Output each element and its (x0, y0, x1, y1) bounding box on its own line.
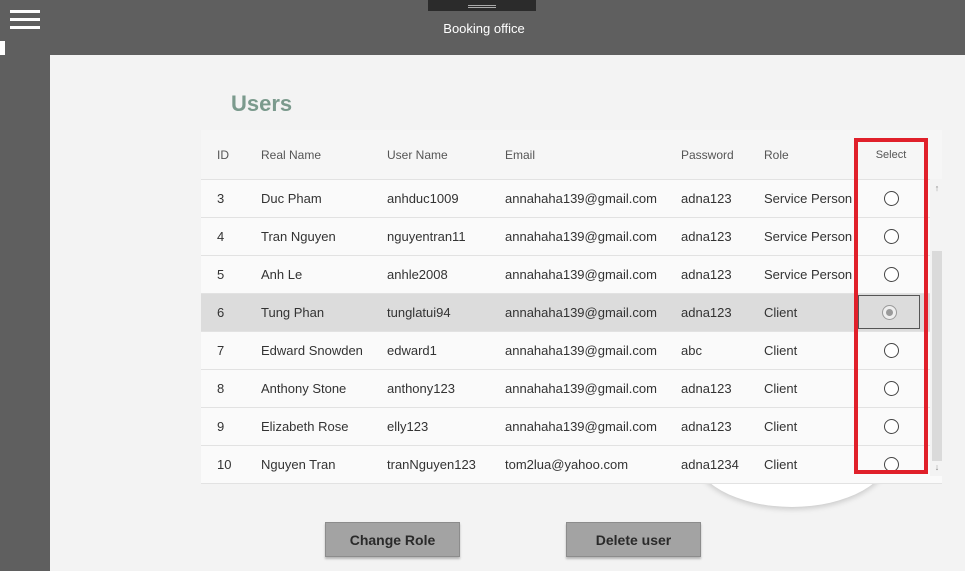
app-window: Booking office Users ID Real Name User N… (0, 0, 965, 571)
cell-user-name: anhle2008 (387, 267, 448, 282)
cell-id: 5 (217, 267, 225, 282)
cell-role: Client (764, 457, 798, 472)
table-body: 3 Duc Pham anhduc1009 annahaha139@gmail.com… (201, 180, 942, 484)
cell-email: annahaha139@gmail.com (505, 191, 657, 206)
users-table: ID Real Name User Name Email Password Ro… (201, 130, 942, 484)
cell-id: 8 (217, 381, 225, 396)
page-title: Users (231, 91, 293, 116)
scroll-up-icon[interactable]: ↑ (930, 181, 944, 195)
cell-email: annahaha139@gmail.com (505, 267, 657, 282)
cell-password: adna123 (681, 191, 732, 206)
cell-email: annahaha139@gmail.com (505, 381, 657, 396)
hamburger-menu-icon[interactable] (10, 10, 40, 30)
table-row[interactable]: 5 Anh Le anhle2008 annahaha139@gmail.com adn… (201, 256, 942, 294)
delete-user-button[interactable]: Delete user (566, 522, 701, 557)
table-row[interactable]: 9 Elizabeth Rose elly123 annahaha139@gmail.… (201, 408, 942, 446)
select-cell[interactable] (857, 332, 925, 369)
column-header-password[interactable]: Password (681, 130, 734, 179)
column-header-id[interactable]: ID (217, 130, 229, 179)
cell-role: Client (764, 305, 798, 320)
cell-role: Client (764, 343, 798, 358)
cell-real-name: Tran Nguyen (261, 229, 336, 244)
column-header-select[interactable]: Select (857, 130, 925, 179)
table-row[interactable]: 4 Tran Nguyen nguyentran11 annahaha139@gmai… (201, 218, 942, 256)
cell-user-name: edward1 (387, 343, 437, 358)
cell-role: Service Person (764, 267, 853, 282)
radio-button-icon[interactable] (883, 381, 899, 396)
cell-user-name: tunglatui94 (387, 305, 451, 320)
cell-email: annahaha139@gmail.com (505, 419, 657, 434)
cell-id: 7 (217, 343, 225, 358)
cell-id: 3 (217, 191, 225, 206)
cell-real-name: Anthony Stone (261, 381, 347, 396)
select-cell[interactable] (857, 180, 925, 217)
radio-button-icon[interactable] (881, 304, 897, 320)
cell-password: adna1234 (681, 457, 739, 472)
cell-email: annahaha139@gmail.com (505, 229, 657, 244)
select-cell[interactable] (857, 370, 925, 407)
radio-button-icon[interactable] (883, 343, 899, 358)
column-header-role[interactable]: Role (764, 130, 789, 179)
select-cell[interactable] (857, 408, 925, 445)
cell-role: Client (764, 419, 798, 434)
cell-role: Client (764, 381, 798, 396)
cell-user-name: anhduc1009 (387, 191, 459, 206)
cell-user-name: tranNguyen123 (387, 457, 476, 472)
cell-id: 4 (217, 229, 225, 244)
cell-user-name: anthony123 (387, 381, 455, 396)
cell-password: adna123 (681, 419, 732, 434)
left-nav-rail (0, 55, 50, 571)
cell-email: tom2lua@yahoo.com (505, 457, 629, 472)
cell-id: 9 (217, 419, 225, 434)
cell-real-name: Nguyen Tran (261, 457, 336, 472)
cell-password: adna123 (681, 229, 732, 244)
main-content: Users ID Real Name User Name Email Passw… (50, 55, 965, 571)
radio-button-icon[interactable] (883, 267, 899, 282)
window-title: Booking office (443, 21, 525, 36)
table-row[interactable]: 8 Anthony Stone anthony123 annahaha139@gmai… (201, 370, 942, 408)
cell-user-name: elly123 (387, 419, 429, 434)
title-bar: Booking office (0, 0, 965, 63)
title-drag-handle[interactable] (428, 0, 536, 11)
radio-button-icon[interactable] (883, 191, 899, 206)
cell-id: 10 (217, 457, 232, 472)
select-cell[interactable] (857, 218, 925, 255)
radio-button-icon[interactable] (883, 419, 899, 434)
scroll-down-icon[interactable]: ↓ (930, 460, 944, 474)
cell-real-name: Edward Snowden (261, 343, 363, 358)
select-cell[interactable] (858, 295, 920, 329)
cell-role: Service Person (764, 229, 853, 244)
cell-id: 6 (217, 305, 225, 320)
radio-button-icon[interactable] (883, 457, 899, 472)
cell-real-name: Anh Le (261, 267, 303, 282)
cell-password: abc (681, 343, 702, 358)
column-header-real-name[interactable]: Real Name (261, 130, 321, 179)
table-header-row: ID Real Name User Name Email Password Ro… (201, 130, 942, 180)
cell-user-name: nguyentran11 (387, 229, 466, 244)
table-row[interactable]: 10 Nguyen Tran tranNguyen123 tom2lua@yahoo.… (201, 446, 942, 484)
cell-password: adna123 (681, 381, 732, 396)
table-row[interactable]: 7 Edward Snowden edward1 annahaha139@gmail.… (201, 332, 942, 370)
select-cell[interactable] (857, 256, 925, 293)
cell-password: adna123 (681, 305, 732, 320)
column-header-user-name[interactable]: User Name (387, 130, 448, 179)
cell-email: annahaha139@gmail.com (505, 343, 657, 358)
cell-real-name: Elizabeth Rose (261, 419, 349, 434)
table-row[interactable]: 6 Tung Phan tunglatui94 annahaha139@gmail.c… (201, 294, 942, 332)
table-scrollbar[interactable]: ↑ ↓ (930, 179, 944, 476)
cell-role: Service Person (764, 191, 853, 206)
cell-password: adna123 (681, 267, 732, 282)
table-row[interactable]: 3 Duc Pham anhduc1009 annahaha139@gmail.com… (201, 180, 942, 218)
radio-button-icon[interactable] (883, 229, 899, 244)
cell-real-name: Duc Pham (261, 191, 322, 206)
cell-email: annahaha139@gmail.com (505, 305, 657, 320)
scroll-thumb[interactable] (932, 251, 942, 461)
cell-real-name: Tung Phan (261, 305, 325, 320)
select-cell[interactable] (857, 446, 925, 483)
change-role-button[interactable]: Change Role (325, 522, 460, 557)
column-header-email[interactable]: Email (505, 130, 535, 179)
